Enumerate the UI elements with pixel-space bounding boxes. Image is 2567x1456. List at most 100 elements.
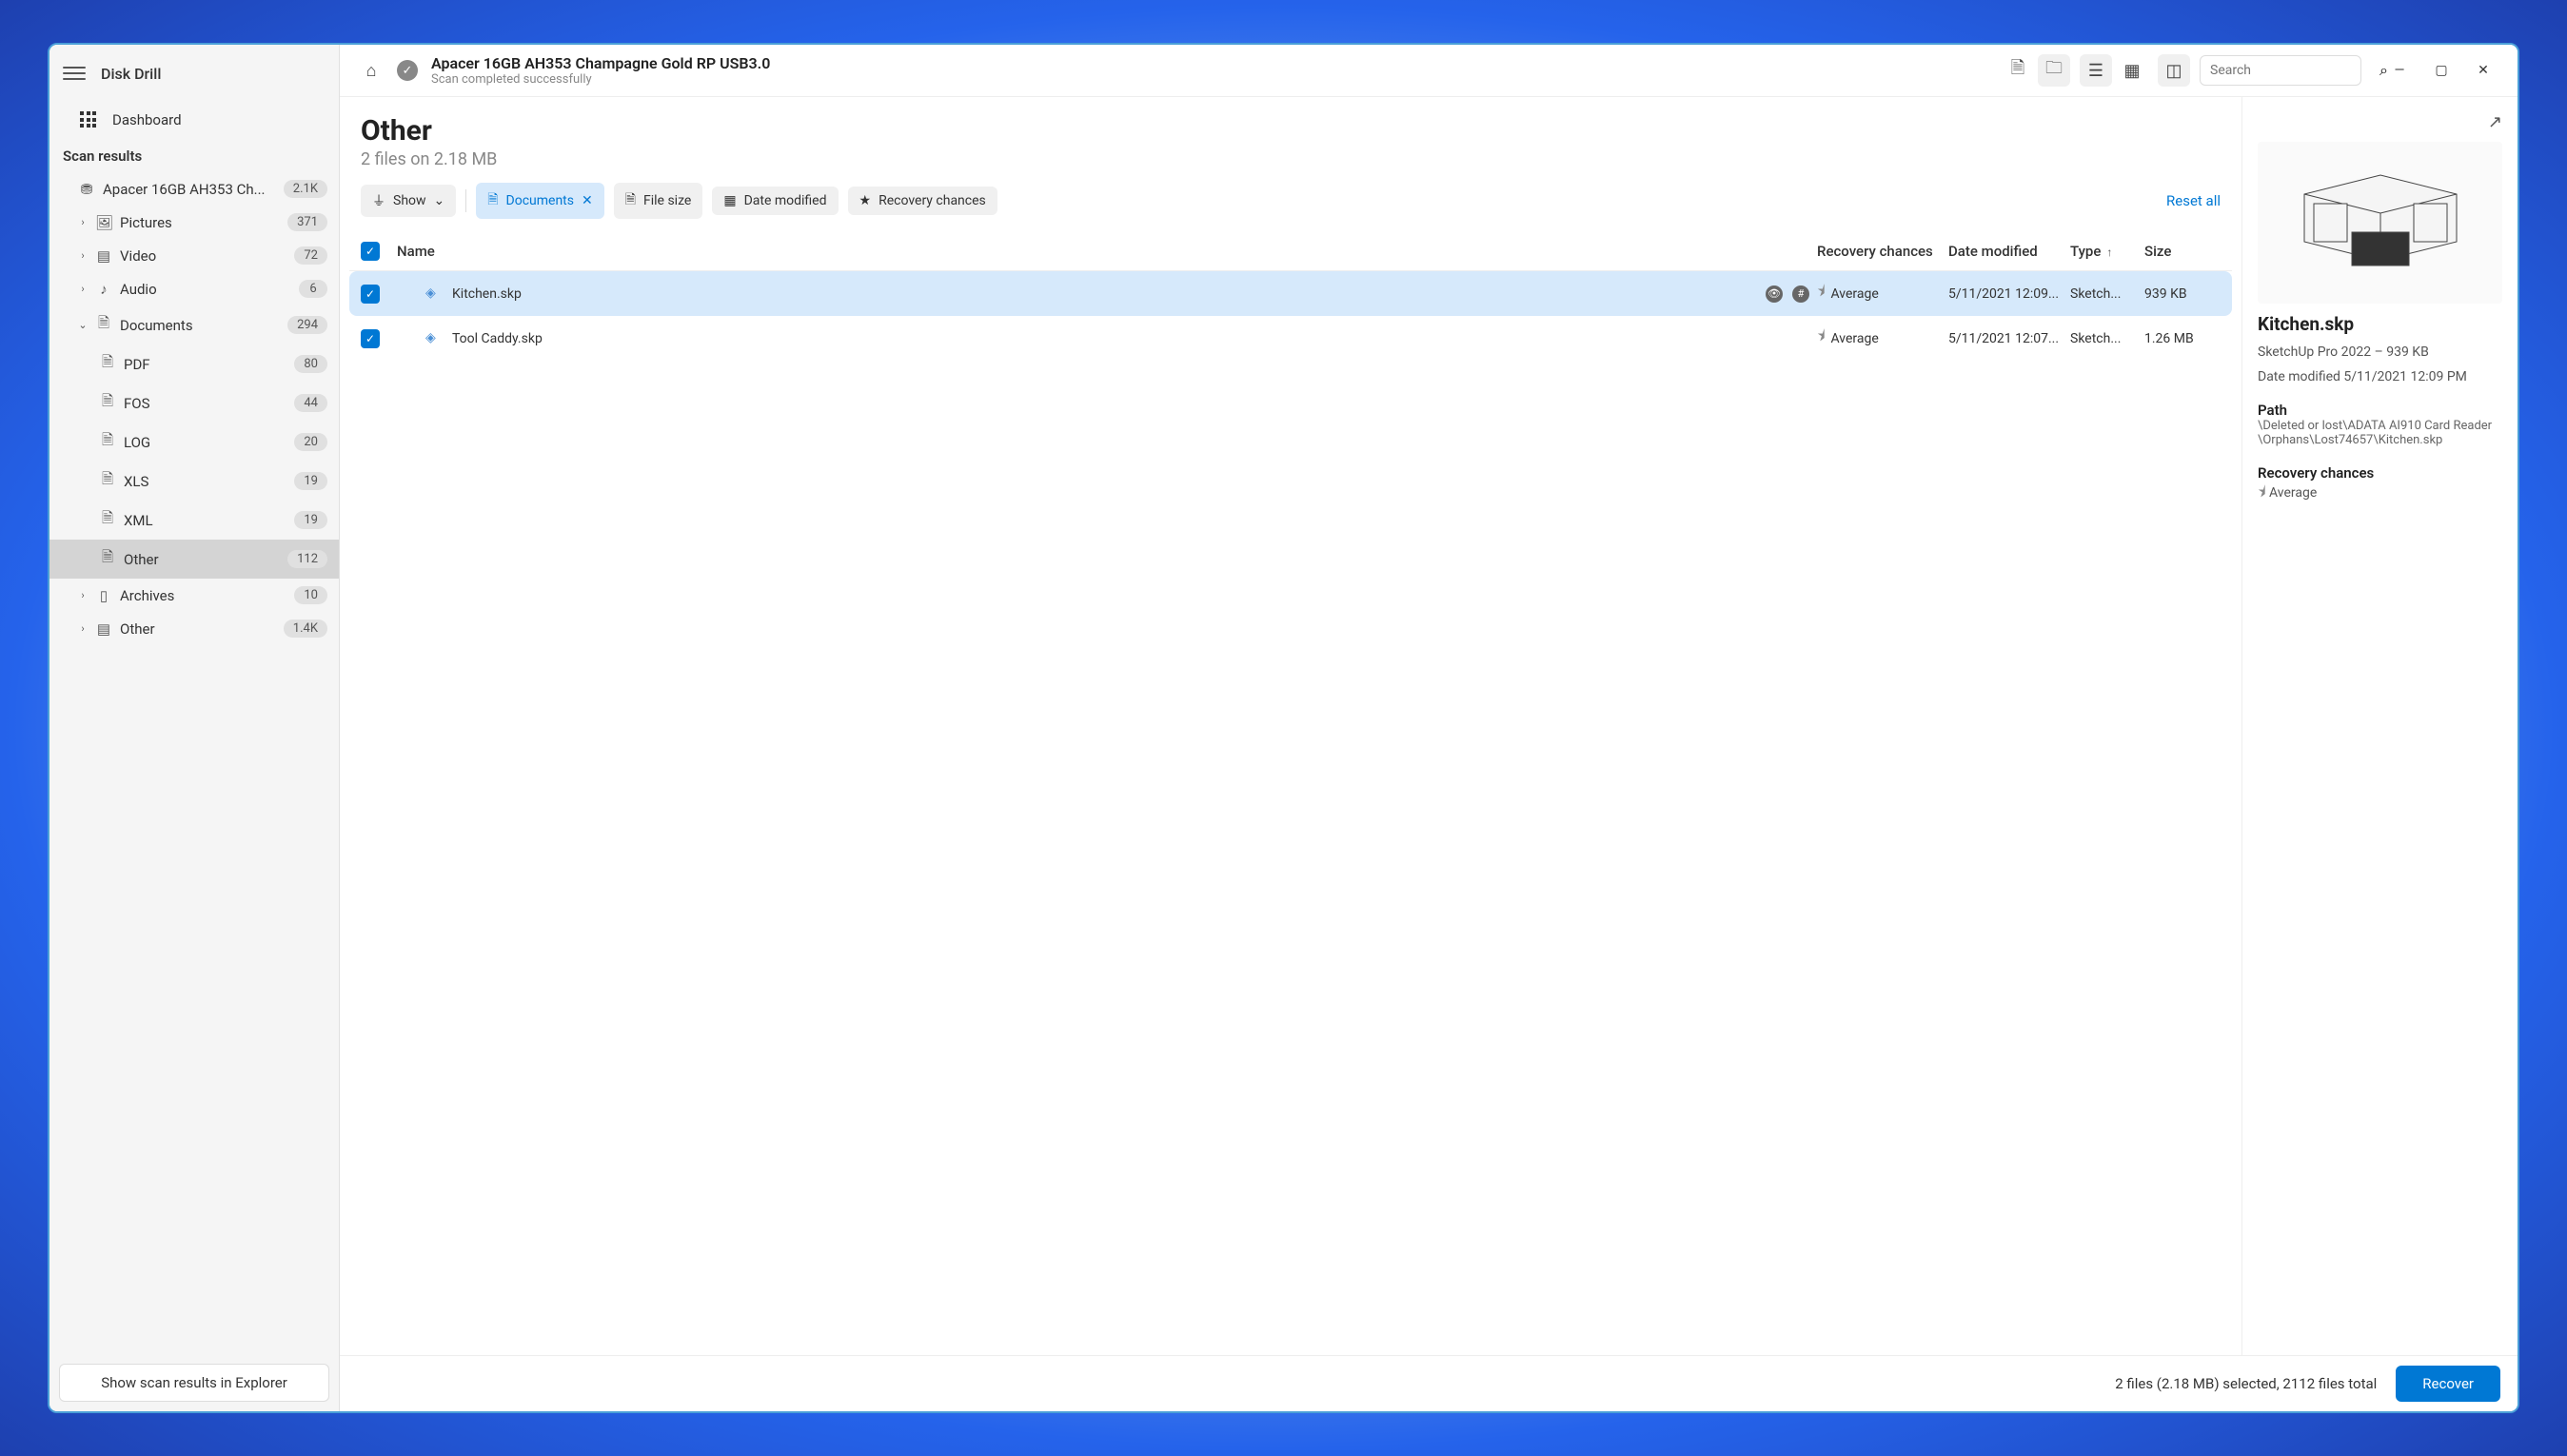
close-button[interactable]: ✕ <box>2464 56 2502 85</box>
row-checkbox[interactable]: ✓ <box>361 329 380 348</box>
search-box[interactable]: ⌕ <box>2200 55 2361 86</box>
sidebar-item-log[interactable]: 🗎 LOG 20 <box>49 423 339 462</box>
sidebar-item-label: Video <box>120 247 286 265</box>
sidebar-item-archives[interactable]: › ▯ Archives 10 <box>49 579 339 612</box>
column-recovery[interactable]: Recovery chances <box>1817 243 1941 260</box>
sidebar-item-label: Pictures <box>120 214 280 231</box>
sidebar-item-badge: 44 <box>294 394 327 412</box>
chevron-right-icon: › <box>78 249 88 262</box>
sidebar-item-label: PDF <box>124 356 286 373</box>
folder-icon[interactable]: 🗀 <box>2038 54 2070 87</box>
date-value: 5/11/2021 12:09... <box>1948 286 2063 302</box>
show-filter-button[interactable]: ⏚ Show ⌄ <box>361 185 456 217</box>
sidebar-item-badge: 72 <box>294 246 327 265</box>
hex-icon[interactable]: # <box>1792 285 1809 303</box>
preview-recovery-label: Recovery chances <box>2258 464 2502 482</box>
calendar-icon: ▦ <box>723 193 736 208</box>
date-modified-filter-chip[interactable]: ▦ Date modified <box>712 187 838 215</box>
search-input[interactable] <box>2210 63 2379 78</box>
sidebar-item-label: Apacer 16GB AH353 Ch... <box>103 181 276 198</box>
filter-label: File size <box>643 193 691 208</box>
sidebar-item-xml[interactable]: 🗎 XML 19 <box>49 501 339 540</box>
main: ⌂ ✓ Apacer 16GB AH353 Champagne Gold RP … <box>340 45 2518 1411</box>
document-icon: 🗎 <box>99 508 116 532</box>
minimize-button[interactable]: — <box>2380 56 2419 85</box>
sidebar-item-documents[interactable]: ⌄ 🗎 Documents 294 <box>49 305 339 344</box>
sidebar-item-pdf[interactable]: 🗎 PDF 80 <box>49 344 339 384</box>
sidebar-item-badge: 19 <box>294 472 327 490</box>
app-title: Disk Drill <box>101 65 161 83</box>
sidebar-item-badge: 371 <box>287 213 327 231</box>
panel-toggle-icon[interactable]: ◫ <box>2158 54 2190 87</box>
document-icon: 🗎 <box>95 313 112 337</box>
divider <box>465 189 466 212</box>
file-size-filter-chip[interactable]: 🗎 File size <box>614 183 703 219</box>
window-controls: — ▢ ✕ <box>2380 56 2502 85</box>
recovery-value: Average <box>1830 331 1878 346</box>
document-icon: 🗎 <box>99 352 116 376</box>
sidebar-tree: ⛃ Apacer 16GB AH353 Ch... 2.1K › 🖼 Pictu… <box>49 172 339 1354</box>
sidebar-item-badge: 80 <box>294 355 327 373</box>
chevron-down-icon: ⌄ <box>434 193 445 208</box>
column-type[interactable]: Type↑ <box>2070 243 2137 260</box>
type-value: Sketch... <box>2070 331 2137 346</box>
row-checkbox[interactable]: ✓ <box>361 285 380 304</box>
select-all-checkbox[interactable]: ✓ <box>361 242 380 261</box>
file-icon[interactable]: 🗎 <box>2002 54 2034 87</box>
filter-label: Show <box>393 193 426 208</box>
documents-filter-chip[interactable]: 🗎 Documents ✕ <box>476 183 603 219</box>
sidebar-item-badge: 112 <box>287 550 327 568</box>
chevron-right-icon: › <box>78 589 88 601</box>
drive-icon: ⛃ <box>78 181 95 198</box>
listing-header: Other 2 files on 2.18 MB <box>340 97 2241 183</box>
sidebar-item-label: XML <box>124 512 286 529</box>
preview-icon[interactable]: 👁 <box>1766 285 1783 303</box>
home-icon[interactable]: ⌂ <box>355 54 387 87</box>
list-view-icon[interactable]: ☰ <box>2080 54 2112 87</box>
expand-icon[interactable]: ↗ <box>2488 112 2502 132</box>
filter-label: Date modified <box>744 193 827 208</box>
dashboard-label: Dashboard <box>112 111 182 128</box>
sidebar-item-other-root[interactable]: › ▤ Other 1.4K <box>49 612 339 645</box>
star-half-icon: ⯨ <box>1817 325 1825 351</box>
recovery-filter-chip[interactable]: ★ Recovery chances <box>848 187 997 215</box>
menu-icon[interactable] <box>63 62 86 85</box>
reset-all-link[interactable]: Reset all <box>2166 192 2221 209</box>
file-name: Kitchen.skp <box>452 286 522 302</box>
view-mode-group-2: ☰ ▦ <box>2080 54 2148 87</box>
show-in-explorer-button[interactable]: Show scan results in Explorer <box>59 1364 329 1402</box>
table-row[interactable]: ✓ ◈ Kitchen.skp 👁 # ⯨Average 5/11/2021 1… <box>349 271 2232 316</box>
column-name[interactable]: Name <box>397 243 1809 260</box>
document-icon: 🗎 <box>99 547 116 571</box>
sidebar-item-badge: 19 <box>294 511 327 529</box>
sidebar: Disk Drill Dashboard Scan results ⛃ Apac… <box>49 45 340 1411</box>
page-subtitle: 2 files on 2.18 MB <box>361 149 2221 169</box>
close-icon[interactable]: ✕ <box>582 193 593 208</box>
table-row[interactable]: ✓ ◈ Tool Caddy.skp ⯨Average 5/11/2021 12… <box>349 316 2232 361</box>
sidebar-item-badge: 6 <box>299 280 327 298</box>
page-title: Other <box>361 114 2221 148</box>
sidebar-item-fos[interactable]: 🗎 FOS 44 <box>49 384 339 423</box>
preview-pane: ↗ Kitchen.skp SketchUp Pro 2 <box>2241 97 2518 1355</box>
sidebar-item-pictures[interactable]: › 🖼 Pictures 371 <box>49 206 339 239</box>
sidebar-item-other[interactable]: 🗎 Other 112 <box>49 540 339 579</box>
sidebar-item-xls[interactable]: 🗎 XLS 19 <box>49 462 339 501</box>
column-date[interactable]: Date modified <box>1948 243 2063 260</box>
maximize-button[interactable]: ▢ <box>2422 56 2460 85</box>
document-icon: 🗎 <box>487 189 498 212</box>
file-name: Tool Caddy.skp <box>452 331 543 346</box>
file-icon: 🗎 <box>625 189 636 212</box>
sidebar-item-dashboard[interactable]: Dashboard <box>49 102 339 138</box>
preview-meta: SketchUp Pro 2022 – 939 KB <box>2258 344 2502 360</box>
sidebar-item-drive[interactable]: ⛃ Apacer 16GB AH353 Ch... 2.1K <box>49 172 339 206</box>
recover-button[interactable]: Recover <box>2396 1366 2500 1402</box>
status-bar: 2 files (2.18 MB) selected, 2112 files t… <box>340 1355 2518 1411</box>
sidebar-item-video[interactable]: › ▤ Video 72 <box>49 239 339 272</box>
preview-path-label: Path <box>2258 402 2502 419</box>
star-half-icon: ⯨ <box>2258 482 2265 501</box>
column-size[interactable]: Size <box>2144 243 2221 260</box>
sidebar-item-audio[interactable]: › ♪ Audio 6 <box>49 272 339 305</box>
grid-view-icon[interactable]: ▦ <box>2116 54 2148 87</box>
preview-path: \Deleted or lost\ADATA AI910 Card Reader… <box>2258 419 2502 447</box>
star-half-icon: ⯨ <box>1817 281 1825 306</box>
